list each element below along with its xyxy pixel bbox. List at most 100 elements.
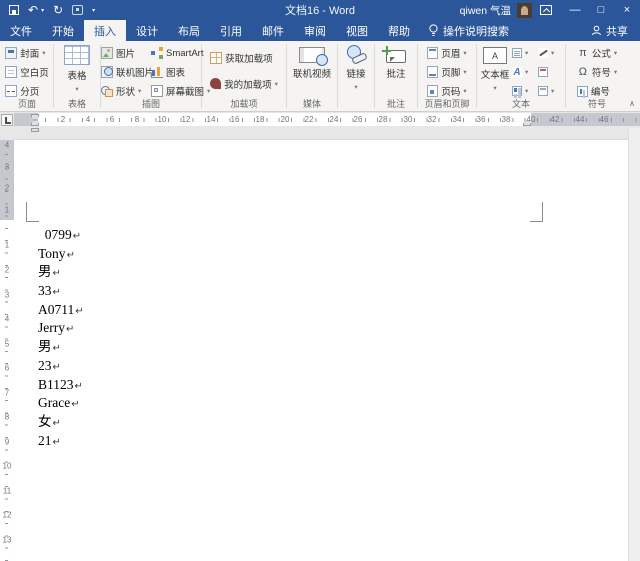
doc-line[interactable]: 男↵ bbox=[38, 263, 84, 282]
paragraph-mark: ↵ bbox=[52, 287, 61, 299]
get-addins-button[interactable]: 获取加载项 bbox=[210, 49, 278, 66]
tab-insert[interactable]: 插入 bbox=[84, 20, 126, 41]
paragraph-mark: ↵ bbox=[52, 436, 61, 448]
tab-home[interactable]: 开始 bbox=[42, 20, 84, 41]
ruler-number: 2 bbox=[4, 183, 10, 193]
tab-file[interactable]: 文件 bbox=[0, 20, 42, 41]
doc-line[interactable]: 23↵ bbox=[38, 357, 84, 376]
link-icon bbox=[345, 45, 367, 63]
doc-line[interactable]: 0799↵ bbox=[38, 226, 84, 245]
shapes-button[interactable]: 形状 ▾ bbox=[101, 84, 151, 98]
doc-line[interactable]: B1123↵ bbox=[38, 376, 84, 395]
tab-stop-selector[interactable] bbox=[1, 114, 13, 126]
vertical-scrollbar[interactable] bbox=[628, 128, 640, 561]
ruler-number: 5 bbox=[4, 339, 10, 349]
paragraph-mark: ↵ bbox=[52, 361, 61, 373]
picture-button[interactable]: 图片 bbox=[101, 46, 151, 60]
online-video-button[interactable]: 联机视频 bbox=[293, 41, 331, 98]
chart-button[interactable]: 图表 bbox=[151, 65, 201, 79]
equation-button[interactable]: π 公式 ▾ bbox=[577, 46, 617, 60]
ruler-number: 30 bbox=[403, 115, 413, 124]
ribbon-display-options-icon[interactable] bbox=[540, 5, 552, 15]
ruler-number: 26 bbox=[353, 115, 363, 124]
drop-cap-button[interactable]: ▾ bbox=[512, 84, 538, 98]
header-button[interactable]: 页眉 ▾ bbox=[427, 46, 467, 60]
chevron-down-icon: ▾ bbox=[274, 80, 278, 88]
redo-icon[interactable]: ↻ bbox=[53, 4, 63, 16]
screenshot-icon bbox=[151, 85, 163, 97]
doc-line[interactable]: 男↵ bbox=[38, 338, 84, 357]
document-text[interactable]: 0799↵ Tony↵ 男↵ 33↵ A0711↵ Jerry↵ 男↵ 23↵ … bbox=[38, 226, 84, 450]
footer-button[interactable]: 页脚 ▾ bbox=[427, 65, 467, 79]
doc-line[interactable]: 女↵ bbox=[38, 413, 84, 432]
doc-line[interactable]: 33↵ bbox=[38, 282, 84, 301]
tab-help[interactable]: 帮助 bbox=[378, 20, 420, 41]
doc-line[interactable]: Jerry↵ bbox=[38, 319, 84, 338]
page-break-icon bbox=[5, 85, 18, 97]
smartart-button[interactable]: SmartArt bbox=[151, 46, 203, 60]
vertical-ruler[interactable]: 4 3 2 1 1 2 3 4 5 6 7 8 9 10 11 12 13 bbox=[0, 128, 14, 561]
horizontal-ruler[interactable]: 2 4 6 8 10 12 14 16 18 20 22 24 26 28 30… bbox=[14, 113, 640, 132]
undo-dropdown-icon[interactable]: ▾ bbox=[41, 7, 44, 14]
ruler-number: 12 bbox=[2, 510, 12, 520]
ruler-number: 34 bbox=[452, 115, 462, 124]
blank-page-button[interactable]: 空白页 bbox=[5, 65, 49, 79]
hanging-indent-marker[interactable] bbox=[31, 120, 39, 126]
ruler-number: 16 bbox=[230, 115, 240, 124]
minimize-button[interactable]: — bbox=[562, 0, 588, 20]
doc-line[interactable]: A0711↵ bbox=[38, 301, 84, 320]
chevron-down-icon: ▾ bbox=[463, 50, 467, 57]
symbol-button[interactable]: Ω 符号 ▾ bbox=[577, 65, 617, 79]
signature-line-button[interactable]: ▾ bbox=[538, 46, 564, 60]
page-number-button[interactable]: 页码 ▾ bbox=[427, 84, 467, 98]
paragraph-mark: ↵ bbox=[52, 268, 61, 280]
doc-line[interactable]: Grace↵ bbox=[38, 394, 84, 413]
first-line-indent-marker[interactable] bbox=[31, 114, 39, 120]
screenshot-button[interactable]: 屏幕截图 ▾ bbox=[151, 84, 210, 98]
group-media: 联机视频 媒体 bbox=[287, 41, 337, 111]
maximize-button[interactable]: □ bbox=[588, 0, 614, 20]
quick-parts-button[interactable]: ▾ bbox=[512, 46, 538, 60]
doc-line[interactable]: Tony↵ bbox=[38, 245, 84, 264]
comment-button[interactable]: 批注 bbox=[382, 41, 406, 98]
wordart-button[interactable]: A ▾ bbox=[512, 65, 538, 79]
object-button[interactable]: ▾ bbox=[538, 84, 564, 98]
online-picture-button[interactable]: 联机图片 bbox=[101, 65, 154, 79]
tab-layout[interactable]: 布局 bbox=[168, 20, 210, 41]
number-button[interactable]: 编号 bbox=[576, 84, 617, 98]
group-links: 链接 ▾ bbox=[338, 41, 374, 111]
tell-me-search[interactable]: 操作说明搜索 bbox=[420, 20, 517, 41]
left-indent-marker[interactable] bbox=[31, 128, 39, 132]
avatar[interactable] bbox=[517, 2, 532, 18]
chevron-down-icon: ▾ bbox=[613, 69, 618, 76]
comment-icon bbox=[382, 46, 406, 63]
doc-line[interactable]: 21↵ bbox=[38, 432, 84, 451]
tab-review[interactable]: 审阅 bbox=[294, 20, 336, 41]
margin-corner-mark bbox=[26, 202, 39, 222]
date-time-button[interactable] bbox=[538, 65, 564, 79]
textbox-button[interactable]: A 文本框 ▾ bbox=[478, 41, 512, 98]
titlebar-right: qiwen 气温 — □ × bbox=[460, 0, 640, 20]
paragraph-mark: ↵ bbox=[66, 249, 75, 261]
object-icon bbox=[538, 86, 548, 96]
tab-mailings[interactable]: 邮件 bbox=[252, 20, 294, 41]
textbox-icon: A bbox=[483, 47, 507, 64]
save-icon[interactable] bbox=[9, 5, 19, 15]
group-label-comments: 批注 bbox=[386, 99, 405, 109]
customize-qat-icon[interactable]: ▾ bbox=[92, 7, 95, 14]
cover-page-button[interactable]: 封面 ▾ bbox=[5, 46, 49, 60]
chevron-down-icon: ▾ bbox=[42, 50, 46, 57]
touch-mode-icon[interactable] bbox=[72, 5, 84, 15]
link-button[interactable]: 链接 ▾ bbox=[345, 41, 367, 98]
tab-view[interactable]: 视图 bbox=[336, 20, 378, 41]
share-button[interactable]: 共享 bbox=[579, 20, 640, 41]
collapse-ribbon-button[interactable]: ∧ bbox=[629, 99, 635, 108]
document-page[interactable]: 0799↵ Tony↵ 男↵ 33↵ A0711↵ Jerry↵ 男↵ 23↵ … bbox=[14, 140, 628, 561]
close-button[interactable]: × bbox=[614, 0, 640, 20]
table-button[interactable]: 表格 ▾ bbox=[64, 41, 90, 98]
tab-design[interactable]: 设计 bbox=[126, 20, 168, 41]
undo-icon[interactable]: ↶ bbox=[28, 4, 38, 16]
page-break-button[interactable]: 分页 bbox=[5, 84, 49, 98]
tab-references[interactable]: 引用 bbox=[210, 20, 252, 41]
my-addins-button[interactable]: 我的加载项 ▾ bbox=[210, 75, 278, 92]
